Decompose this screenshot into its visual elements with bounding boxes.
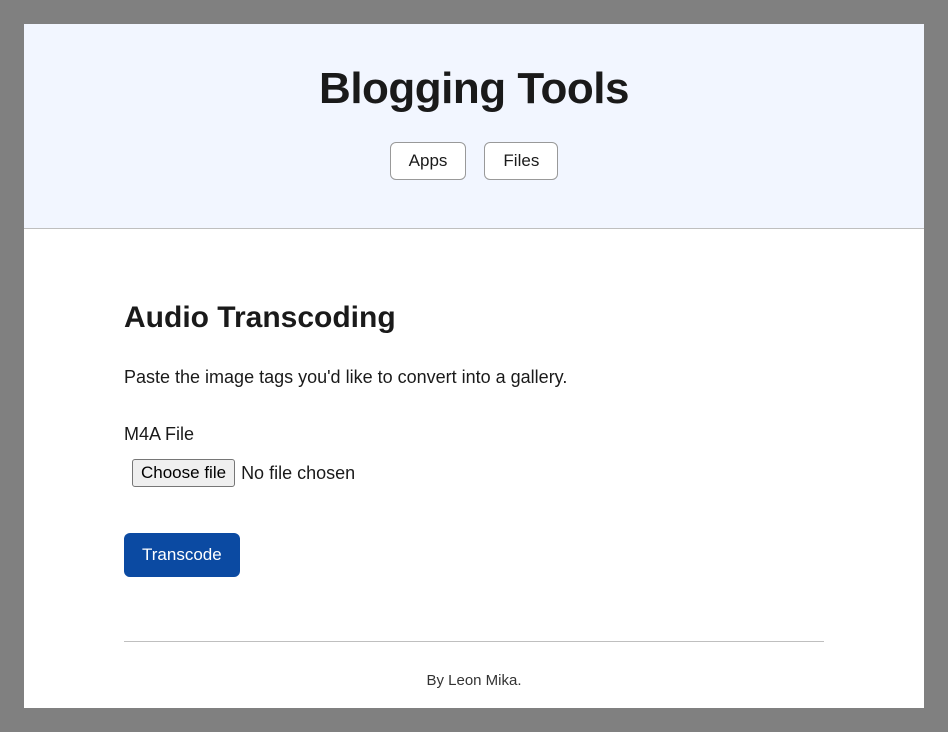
nav-files-button[interactable]: Files <box>484 142 558 180</box>
page-heading: Audio Transcoding <box>124 301 824 335</box>
choose-file-button[interactable]: Choose file <box>132 459 235 487</box>
main-nav: Apps Files <box>44 142 904 180</box>
page-description: Paste the image tags you'd like to conve… <box>124 367 824 388</box>
footer-text: By Leon Mika. <box>124 672 824 689</box>
file-input-row: Choose file No file chosen <box>132 459 824 487</box>
file-status-text: No file chosen <box>241 463 355 484</box>
site-header: Blogging Tools Apps Files <box>24 24 924 229</box>
page-container: Blogging Tools Apps Files Audio Transcod… <box>24 24 924 708</box>
nav-apps-button[interactable]: Apps <box>390 142 467 180</box>
footer-divider <box>124 641 824 642</box>
transcode-button[interactable]: Transcode <box>124 533 240 577</box>
file-field-label: M4A File <box>124 424 824 445</box>
main-content: Audio Transcoding Paste the image tags y… <box>24 229 924 709</box>
site-title: Blogging Tools <box>44 64 904 114</box>
